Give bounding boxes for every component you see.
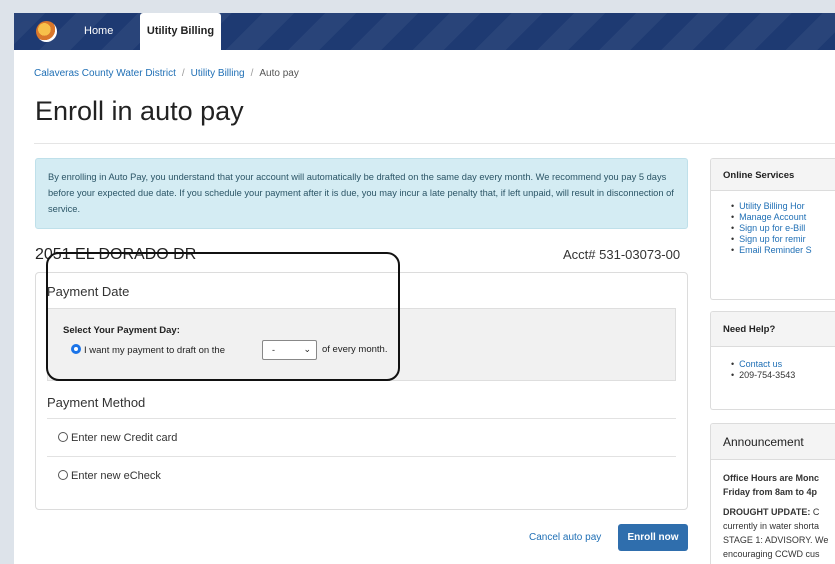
list-item: Email Reminder S	[731, 245, 835, 256]
echeck-radio[interactable]	[58, 470, 68, 480]
credit-card-option[interactable]: Enter new Credit card	[58, 432, 177, 444]
list-item: Utility Billing Hor	[731, 201, 835, 212]
announcement-body: Office Hours are Monc Friday from 8am to…	[711, 460, 835, 561]
drought-update-line-1-text: C	[810, 507, 820, 517]
list-item: Sign up for remir	[731, 234, 835, 245]
reminder-signup-link[interactable]: Sign up for remir	[739, 234, 806, 244]
drought-update-line-2: currently in water shorta	[723, 521, 820, 531]
title-divider	[34, 143, 835, 144]
need-help-heading: Need Help?	[711, 312, 835, 347]
drought-update-line-3: STAGE 1: ADVISORY. We	[723, 535, 829, 545]
nav-tab-utility-billing[interactable]: Utility Billing	[140, 13, 221, 50]
top-nav-bar: Home Utility Billing	[14, 13, 835, 50]
drought-update-label: DROUGHT UPDATE:	[723, 507, 811, 517]
list-item: Manage Account	[731, 212, 835, 223]
breadcrumb: Calaveras County Water District / Utility …	[34, 68, 299, 79]
online-services-panel: Online Services Utility Billing Hor Mana…	[710, 158, 835, 300]
echeck-option-label: Enter new eCheck	[71, 470, 161, 482]
payment-method-heading: Payment Method	[47, 395, 146, 410]
list-item: Contact us	[731, 359, 835, 370]
drought-update-line-1: DROUGHT UPDATE: C	[723, 505, 835, 519]
office-hours-line-2: Friday from 8am to 4p	[723, 487, 818, 497]
cancel-auto-pay-link[interactable]: Cancel auto pay	[529, 532, 601, 543]
account-number: Acct# 531-03073-00	[563, 247, 681, 262]
divider	[47, 456, 676, 457]
online-services-list: Utility Billing Hor Manage Account Sign …	[711, 191, 835, 256]
highlight-annotation	[46, 252, 400, 381]
email-reminder-link[interactable]: Email Reminder S	[739, 245, 812, 255]
need-help-panel: Need Help? Contact us 209-754-3543	[710, 311, 835, 410]
enroll-now-button[interactable]: Enroll now	[618, 524, 688, 551]
divider	[47, 418, 676, 419]
main-content: Calaveras County Water District / Utility …	[14, 50, 835, 564]
online-services-heading: Online Services	[711, 159, 835, 191]
need-help-list: Contact us 209-754-3543	[711, 347, 835, 381]
list-item: Sign up for e-Bill	[731, 223, 835, 234]
breadcrumb-utility-billing-link[interactable]: Utility Billing	[191, 68, 245, 79]
breadcrumb-district-link[interactable]: Calaveras County Water District	[34, 68, 176, 79]
manage-account-link[interactable]: Manage Account	[739, 212, 806, 222]
contact-us-link[interactable]: Contact us	[739, 359, 782, 369]
autopay-info-alert: By enrolling in Auto Pay, you understand…	[35, 158, 688, 229]
credit-card-option-label: Enter new Credit card	[71, 432, 178, 444]
phone-number: 209-754-3543	[731, 370, 835, 381]
echeck-option[interactable]: Enter new eCheck	[58, 470, 161, 482]
utility-billing-home-link[interactable]: Utility Billing Hor	[739, 201, 805, 211]
ebill-signup-link[interactable]: Sign up for e-Bill	[739, 223, 805, 233]
announcement-heading: Announcement	[711, 424, 835, 460]
credit-card-radio[interactable]	[58, 432, 68, 442]
drought-update-line-4: encouraging CCWD cus	[723, 549, 820, 559]
nav-home-link[interactable]: Home	[84, 13, 113, 50]
office-hours-line-1: Office Hours are Monc	[723, 473, 820, 483]
breadcrumb-current: Auto pay	[259, 68, 299, 79]
district-logo-icon[interactable]	[36, 21, 57, 42]
announcement-panel: Announcement Office Hours are Monc Frida…	[710, 423, 835, 564]
page-title: Enroll in auto pay	[35, 96, 244, 126]
